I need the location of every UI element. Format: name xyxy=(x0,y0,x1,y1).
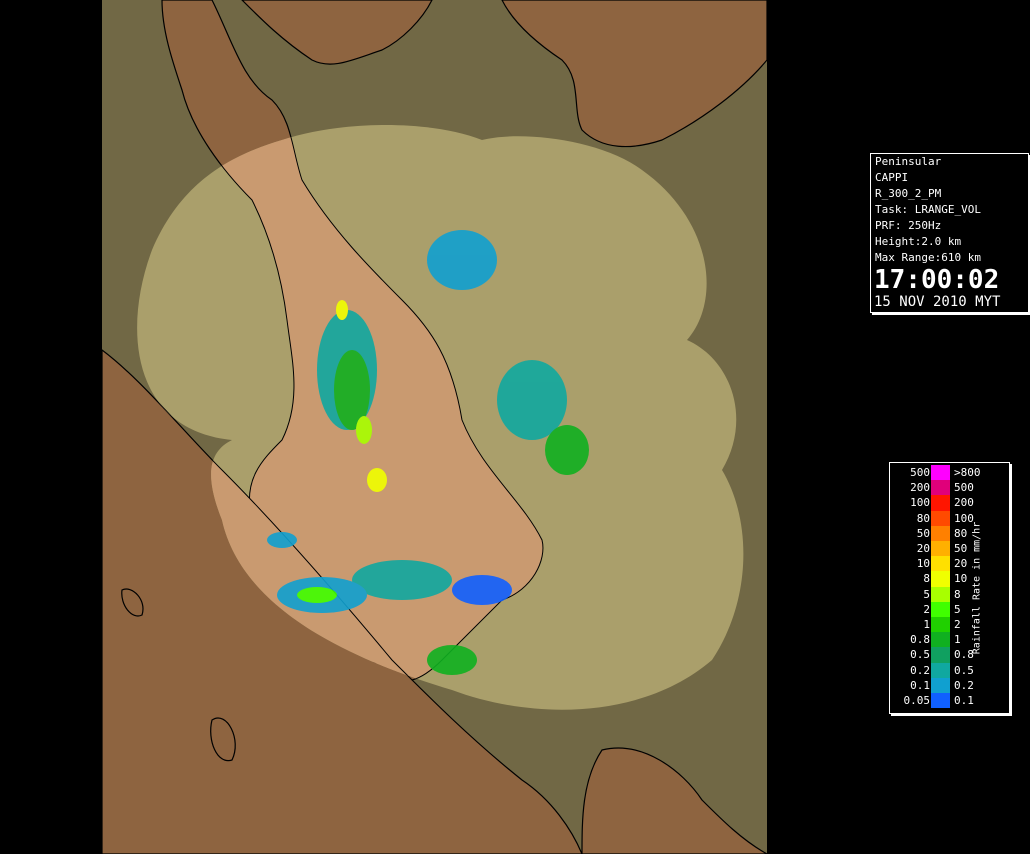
legend-row: 100 200 xyxy=(890,495,1009,511)
legend-row: 25 xyxy=(890,601,1009,617)
legend-row: 0.5 0.8 xyxy=(890,647,1009,663)
legend-row: 10 20 xyxy=(890,556,1009,572)
radar-map xyxy=(102,0,767,854)
legend-low-value: 0.8 xyxy=(910,633,930,647)
legend-low-value: 0.2 xyxy=(910,663,930,677)
legend-low-value: 0.5 xyxy=(910,648,930,662)
legend-row: 0.05 0.1 xyxy=(890,693,1009,709)
legend-low-value: 0.05 xyxy=(903,694,931,707)
legend-high-value: 8 xyxy=(954,587,961,601)
info-date: 15 NOV 2010 MYT xyxy=(874,294,1001,310)
legend-row: 80 100 xyxy=(890,510,1009,526)
legend-swatch xyxy=(931,647,950,663)
legend-swatch xyxy=(931,571,950,587)
legend-low-value: 2 xyxy=(923,602,930,616)
legend-low-value: 8 xyxy=(923,572,930,586)
legend-swatch xyxy=(931,541,950,557)
legend-row: 50 80 xyxy=(890,525,1009,541)
info-height: Height:2.0 km xyxy=(875,235,962,248)
legend-title: Rainfall Rate in mm/hr xyxy=(971,521,983,655)
legend-swatch xyxy=(931,556,950,572)
legend-low-value: 10 xyxy=(916,557,930,571)
legend-low-value: 1 xyxy=(923,618,930,631)
legend-swatch xyxy=(931,617,950,633)
legend-swatch xyxy=(931,465,950,481)
legend-swatch xyxy=(931,495,950,511)
legend-row: 200 500 xyxy=(890,480,1009,496)
legend-high-value: 80 xyxy=(954,526,968,540)
legend-swatch xyxy=(931,693,950,709)
legend-low-value: 5 xyxy=(923,587,930,601)
legend-swatch xyxy=(931,662,950,678)
legend-row: 0.1 0.2 xyxy=(890,677,1009,693)
info-product-id: R_300_2_PM xyxy=(875,187,942,200)
legend-row: 12 xyxy=(890,617,1009,633)
legend-swatch xyxy=(931,677,950,693)
info-max-range: Max Range:610 km xyxy=(875,251,981,264)
legend-row: 500 >800 xyxy=(890,465,1009,481)
legend-high-value: 1 xyxy=(954,633,961,647)
legend-row: 58 xyxy=(890,586,1009,602)
info-prf: PRF: 250Hz xyxy=(875,219,942,232)
legend-high-value: 2 xyxy=(954,618,961,631)
legend-low-value: 20 xyxy=(916,542,930,555)
radar-info-panel: Peninsular CAPPI R_300_2_PM Task: LRANGE… xyxy=(870,153,1029,313)
rainfall-legend: 500 >800 200 500 100 200 80 100 50 80 20 50 10 20 8 10 5… xyxy=(889,462,1010,714)
legend-low-value: 50 xyxy=(916,526,930,540)
legend-row: 0.8 1 xyxy=(890,632,1009,648)
legend-row: 20 50 xyxy=(890,541,1009,557)
legend-low-value: 0.1 xyxy=(910,678,930,692)
legend-high-value: 50 xyxy=(954,542,968,555)
legend-low-value: 200 xyxy=(910,481,930,495)
legend-low-value: 80 xyxy=(916,511,930,525)
legend-row: 8 10 xyxy=(890,571,1009,587)
legend-high-value: 10 xyxy=(954,572,968,586)
legend-swatch xyxy=(931,480,950,496)
legend-swatch xyxy=(931,586,950,602)
info-site: Peninsular xyxy=(875,155,942,168)
legend-low-value: 100 xyxy=(910,496,930,510)
legend-high-value: 5 xyxy=(954,602,961,616)
legend-swatch xyxy=(931,601,950,617)
legend-low-value: 500 xyxy=(910,466,930,479)
legend-swatch xyxy=(931,632,950,648)
info-task: Task: LRANGE_VOL xyxy=(875,203,981,216)
legend-swatch xyxy=(931,525,950,541)
legend-swatch xyxy=(931,510,950,526)
legend-row: 0.2 0.5 xyxy=(890,662,1009,678)
info-time: 17:00:02 xyxy=(874,265,1000,295)
legend-high-value: 20 xyxy=(954,557,968,571)
info-product: CAPPI xyxy=(875,171,909,184)
